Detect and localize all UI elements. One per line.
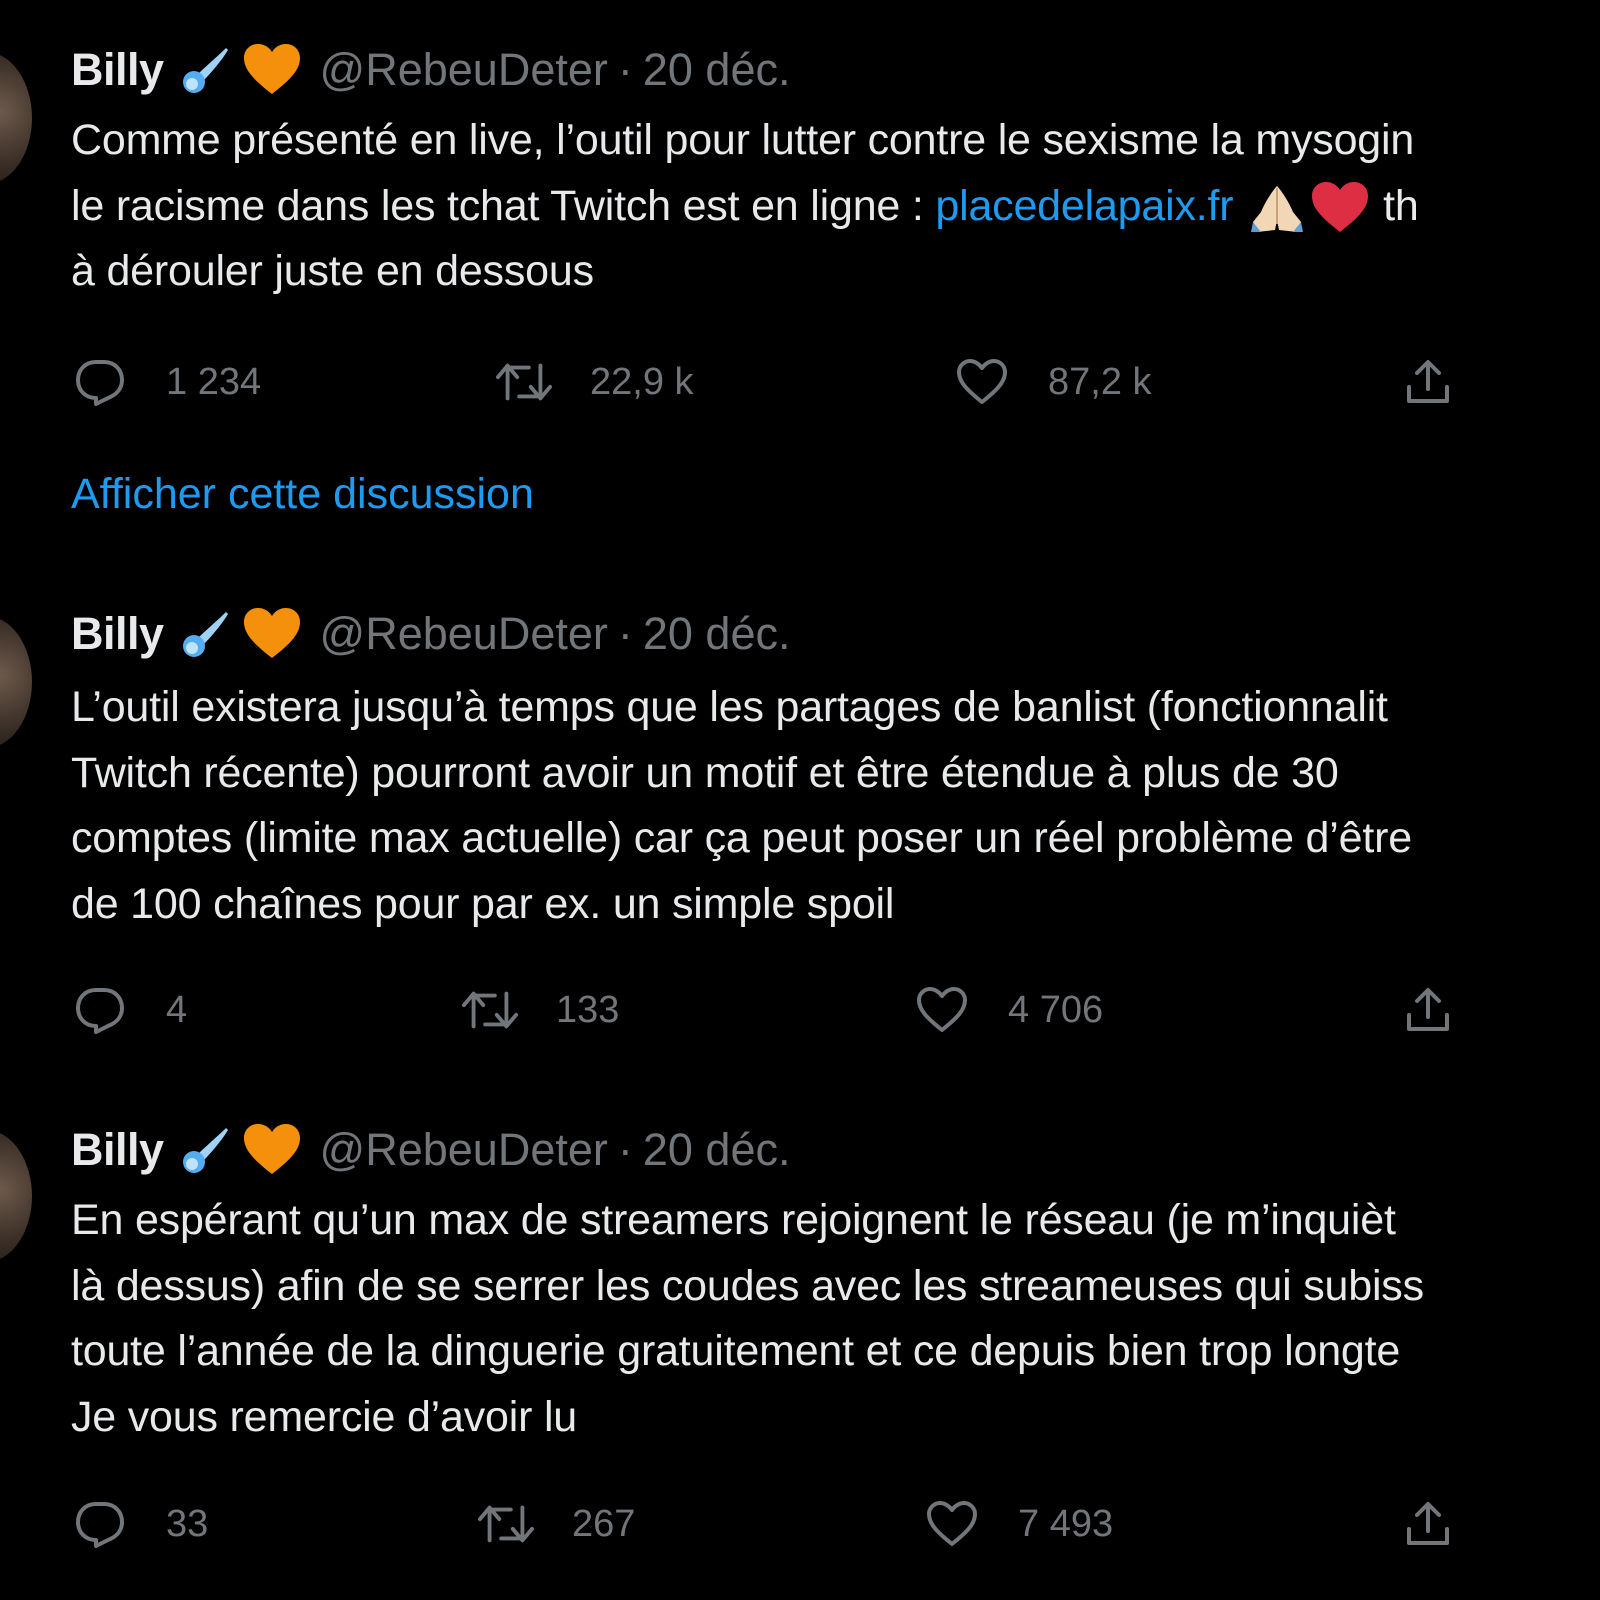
retweet-button[interactable]: 267 — [478, 1494, 635, 1554]
like-button[interactable]: 7 493 — [924, 1494, 1113, 1554]
like-icon — [914, 982, 970, 1038]
author-name[interactable]: Billy — [71, 44, 164, 96]
orange-heart-emoji — [242, 42, 302, 98]
tweet-header: Billy @RebeuDeter · 20 déc. — [71, 1124, 791, 1176]
like-button[interactable]: 4 706 — [914, 980, 1103, 1040]
share-icon — [1400, 1496, 1456, 1552]
tweet-date[interactable]: 20 déc. — [643, 1124, 791, 1176]
tweet-header: Billy @RebeuDeter · 20 déc. — [71, 44, 791, 96]
tweet-date[interactable]: 20 déc. — [643, 608, 791, 660]
share-button[interactable] — [1400, 1494, 1456, 1554]
share-icon — [1400, 982, 1456, 1038]
tweet-text: En espérant qu’un max de streamers rejoi… — [71, 1188, 1600, 1450]
tweet-text-line: le racisme dans les tchat Twitch est en … — [71, 174, 1600, 240]
tweet-text-line: toute l’année de la dinguerie gratuiteme… — [71, 1327, 1401, 1375]
separator-dot: · — [617, 608, 633, 659]
like-icon — [954, 354, 1010, 410]
tweet-text-line: L’outil existera jusqu’à temps que les p… — [71, 683, 1388, 731]
avatar[interactable] — [0, 52, 32, 184]
reply-icon — [72, 354, 128, 410]
reply-button[interactable]: 4 — [72, 980, 187, 1040]
retweet-button[interactable]: 22,9 k — [496, 352, 694, 412]
author-handle[interactable]: @RebeuDeter — [320, 44, 608, 96]
folded-hands-emoji — [1247, 180, 1307, 236]
retweet-icon — [462, 982, 518, 1038]
tweet-text-line: En espérant qu’un max de streamers rejoi… — [71, 1196, 1396, 1244]
retweet-icon — [496, 354, 552, 410]
tweet-text-fragment: th — [1371, 181, 1419, 230]
like-count: 7 493 — [1018, 1502, 1114, 1545]
tweet-text-line: Twitch récente) pourront avoir un motif … — [71, 748, 1339, 797]
reply-button[interactable]: 1 234 — [72, 352, 261, 412]
author-name[interactable]: Billy — [71, 1124, 164, 1176]
like-count: 4 706 — [1008, 988, 1104, 1031]
reply-count: 33 — [166, 1502, 209, 1545]
share-button[interactable] — [1400, 352, 1456, 412]
comet-emoji — [178, 1122, 234, 1178]
share-icon — [1400, 354, 1456, 410]
tweet-header: Billy @RebeuDeter · 20 déc. — [71, 608, 791, 660]
retweet-icon — [478, 1496, 534, 1552]
retweet-button[interactable]: 133 — [462, 980, 619, 1040]
reply-count: 4 — [166, 988, 188, 1031]
tweet-text-fragment: le racisme dans les tchat Twitch est en … — [71, 181, 936, 230]
tweet-date[interactable]: 20 déc. — [643, 44, 791, 96]
reply-icon — [72, 982, 128, 1038]
retweet-count: 22,9 k — [590, 360, 694, 403]
like-count: 87,2 k — [1048, 360, 1152, 403]
comet-emoji — [178, 42, 234, 98]
tweet-text: L’outil existera jusqu’à temps que les p… — [71, 675, 1600, 937]
avatar[interactable] — [0, 1130, 32, 1262]
red-heart-emoji — [1309, 180, 1371, 236]
separator-dot: · — [617, 44, 633, 95]
like-button[interactable]: 87,2 k — [954, 352, 1152, 412]
reply-button[interactable]: 33 — [72, 1494, 208, 1554]
like-icon — [924, 1496, 980, 1552]
orange-heart-emoji — [242, 1122, 302, 1178]
retweet-count: 133 — [556, 988, 620, 1031]
reply-count: 1 234 — [166, 360, 262, 403]
retweet-count: 267 — [572, 1502, 636, 1545]
show-thread-link[interactable]: Afficher cette discussion — [71, 470, 534, 519]
author-handle[interactable]: @RebeuDeter — [320, 1124, 608, 1176]
external-link[interactable]: placedelapaix.fr — [935, 182, 1233, 230]
separator-dot: · — [617, 1124, 633, 1175]
avatar[interactable] — [0, 616, 32, 748]
comet-emoji — [178, 606, 234, 662]
author-name[interactable]: Billy — [71, 608, 164, 660]
share-button[interactable] — [1400, 980, 1456, 1040]
tweet-text: Comme présenté en live, l’outil pour lut… — [71, 108, 1600, 305]
author-handle[interactable]: @RebeuDeter — [320, 608, 608, 660]
tweet-text-line: là dessus) afin de se serrer les coudes … — [71, 1261, 1424, 1310]
reply-icon — [72, 1496, 128, 1552]
tweet-text-line: de 100 chaînes pour par ex. un simple sp… — [71, 879, 895, 928]
tweet-text-line: Je vous remercie d’avoir lu — [71, 1392, 578, 1441]
tweet-text-line: à dérouler juste en dessous — [71, 247, 594, 295]
tweet-text-line: Comme présenté en live, l’outil pour lut… — [71, 116, 1415, 164]
tweet-text-line: comptes (limite max actuelle) car ça peu… — [71, 814, 1412, 862]
orange-heart-emoji — [242, 606, 302, 662]
